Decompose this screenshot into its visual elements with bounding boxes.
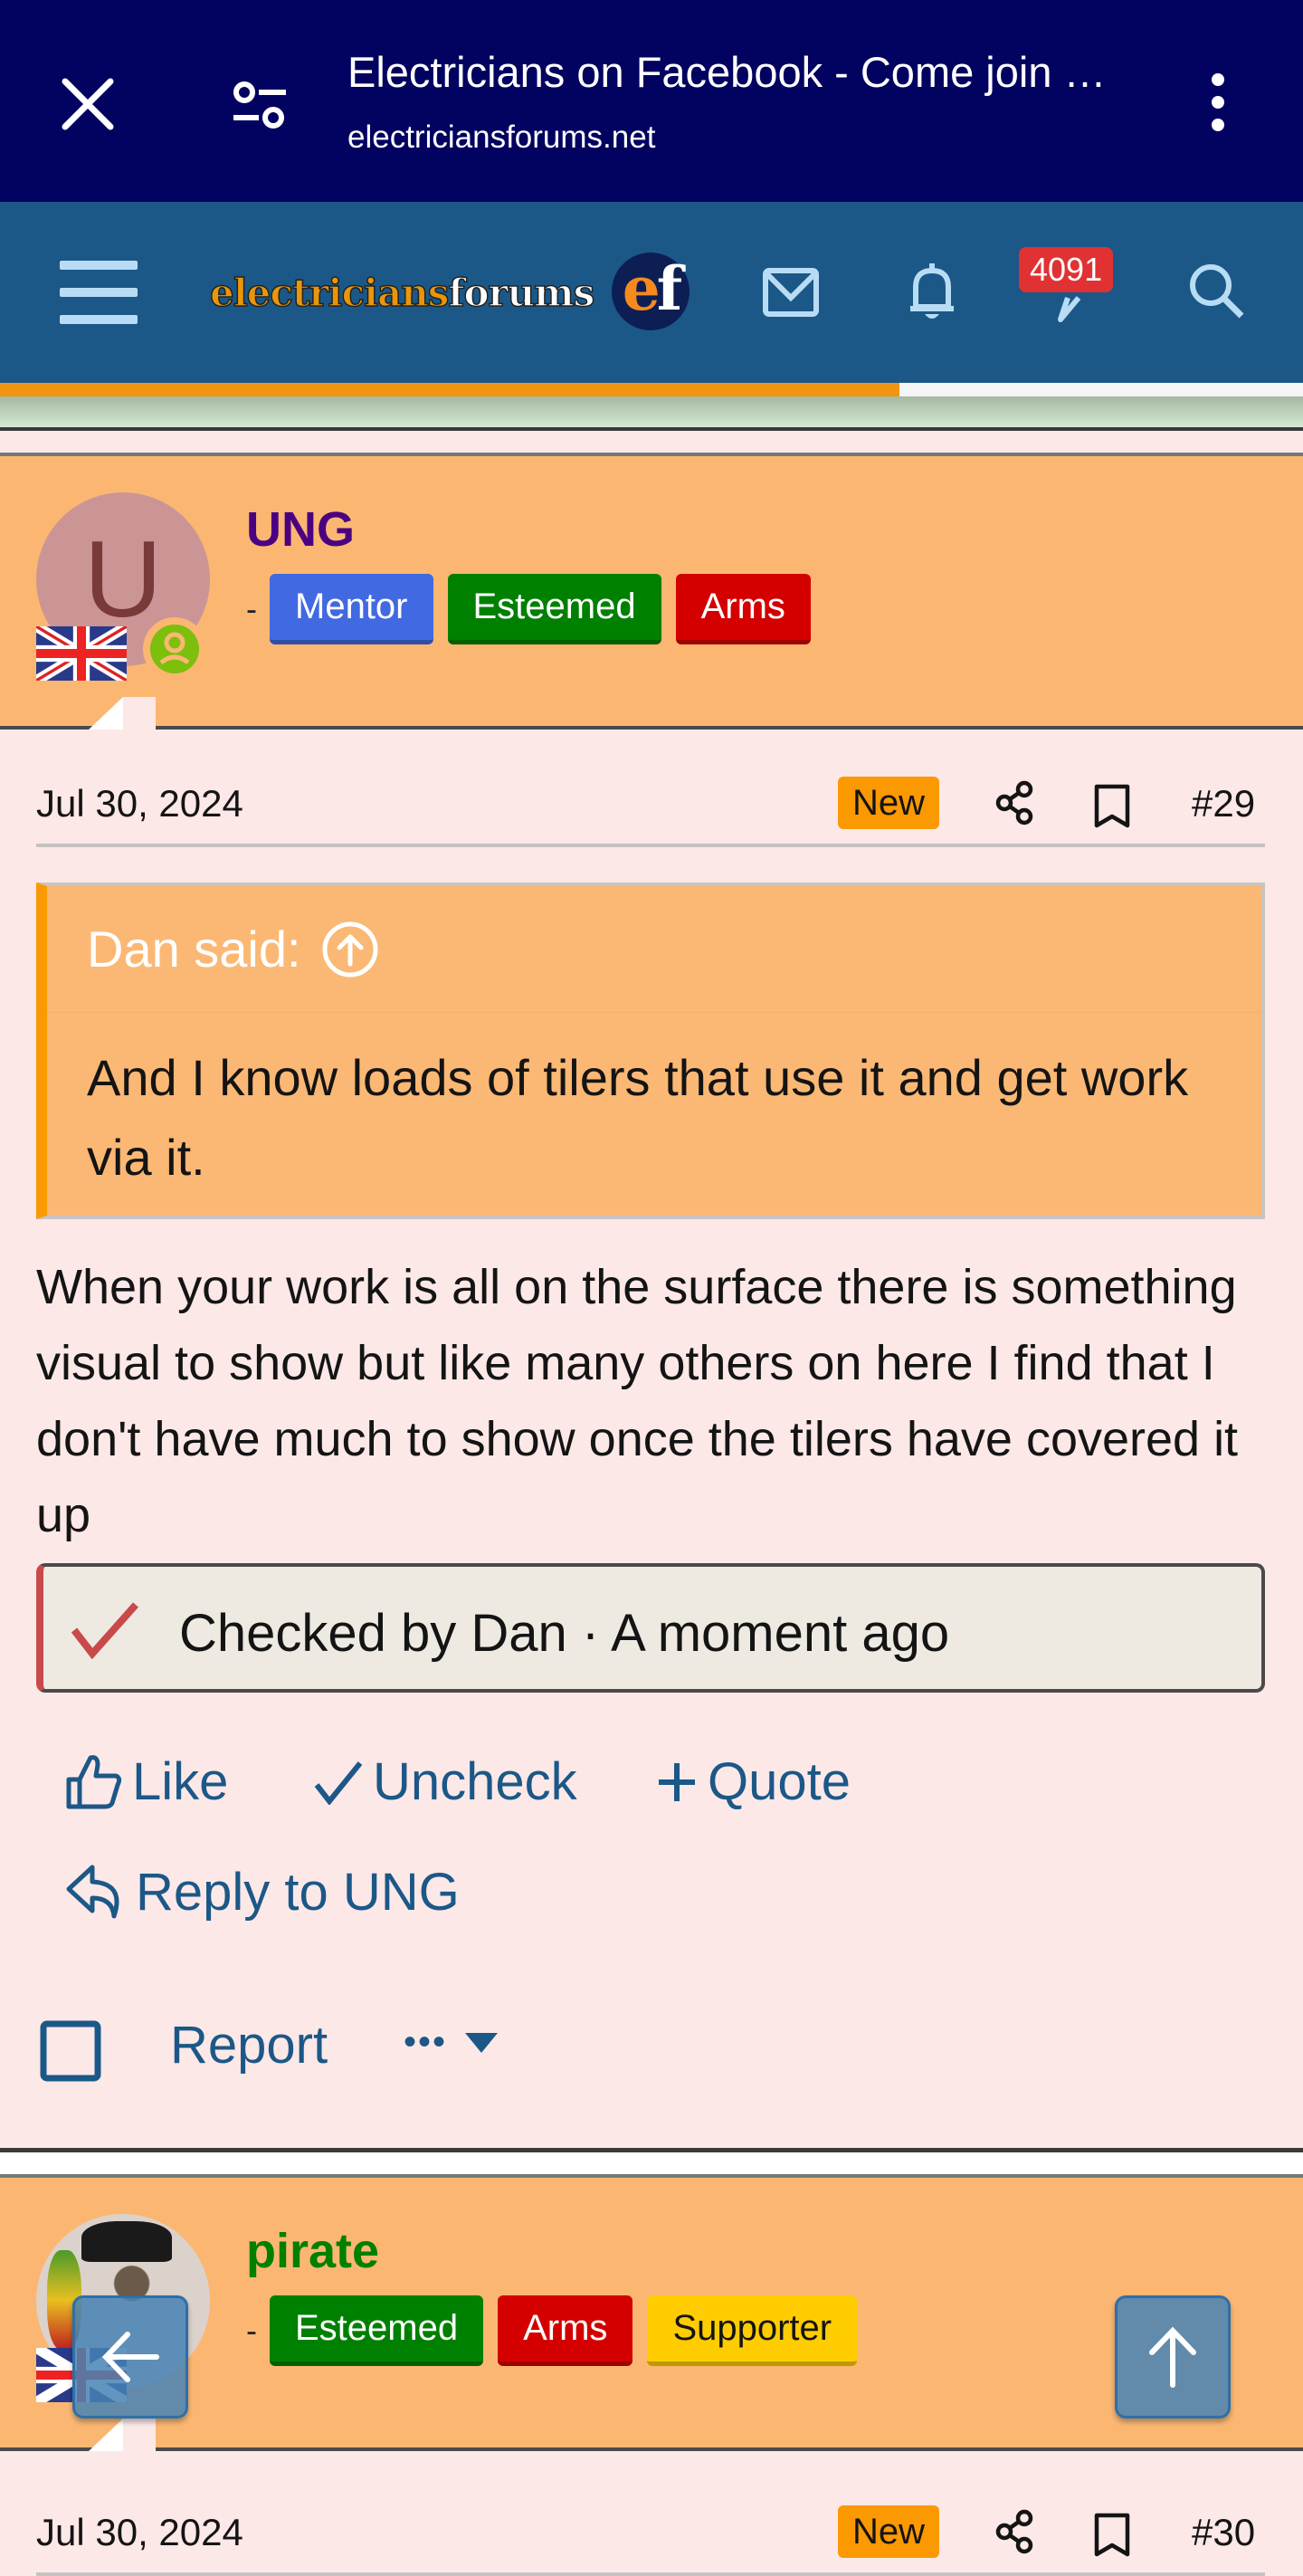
checked-by-text: Checked by Dan · A moment ago [179,1604,950,1663]
ellipsis-icon: ••• [404,2022,448,2062]
check-icon [314,1760,363,1805]
report-button[interactable]: Report [170,2015,328,2075]
like-label: Like [132,1752,229,1811]
back-button[interactable] [72,2295,188,2419]
banner-separator: - [246,2312,257,2349]
banner-separator: - [246,590,257,627]
report-label: Report [170,2016,328,2075]
user-banner: Arms [675,574,811,644]
share-icon[interactable] [994,780,1039,825]
checked-notice: Checked by Dan · A moment ago [36,1563,1265,1693]
checkmark-icon [71,1602,138,1659]
user-banner: Supporter [647,2295,858,2366]
close-icon[interactable] [56,72,119,136]
share-icon[interactable] [994,2509,1039,2554]
more-options-icon[interactable] [1200,71,1236,134]
progress-fill [0,383,899,396]
uncheck-button[interactable]: Uncheck [313,1751,577,1812]
header-shadow-band [0,396,1303,427]
plus-icon [659,1762,695,1801]
divider [0,427,1303,431]
arrow-left-icon [101,2332,159,2382]
post-date[interactable]: Jul 30, 2024 [36,782,243,825]
thumbs-up-icon [66,1754,122,1808]
reply-label: Reply to UNG [136,1863,460,1922]
bookmark-icon[interactable] [1093,784,1131,829]
quote-block: Dan said: And I know loads of tilers tha… [36,883,1265,1219]
logo-text-forums: forums [448,270,595,316]
page-url[interactable]: electriciansforums.net [347,119,655,156]
scroll-to-top-button[interactable] [1115,2295,1231,2419]
user-banner: Esteemed [270,2295,484,2366]
arrow-up-icon [1149,2326,1196,2388]
post-gap [0,2152,1303,2174]
post-author-header: U UNG - Mentor Esteemed Arms [0,453,1303,730]
ef-f: f [656,253,682,324]
user-banners: - Esteemed Arms Supporter [246,2295,858,2366]
reply-icon [66,1865,119,1918]
username-link[interactable]: UNG [246,501,355,558]
uncheck-label: Uncheck [373,1752,577,1811]
message-pointer-fill [123,697,156,730]
reply-button[interactable]: Reply to UNG [65,1862,460,1922]
message-pointer [89,2419,123,2451]
user-banner: Mentor [270,574,433,644]
conversations-count-badge[interactable]: 4091 [1019,247,1114,292]
logo-text-electricians: electricians [209,270,450,316]
user-banner: Esteemed [447,574,661,644]
user-online-icon [150,625,199,673]
post-number-link[interactable]: #29 [1192,782,1255,825]
like-button[interactable]: Like [65,1751,228,1812]
message-pointer-fill [123,2419,156,2451]
quote-button[interactable]: Quote [655,1751,851,1812]
quote-author: Dan said: [87,921,301,978]
post-meta-row: Jul 30, 2024 New #30 [36,2495,1265,2576]
new-badge: New [838,777,940,829]
page-progress-bar [0,383,1303,396]
user-banner: Arms [498,2295,633,2366]
select-post-checkbox[interactable] [40,2020,101,2082]
online-status-indicator [143,617,206,681]
ef-logo-badge[interactable]: ef [612,253,690,330]
browser-toolbar: Electricians on Facebook - Come join … e… [0,0,1303,202]
uk-flag-icon [36,626,127,681]
site-settings-icon[interactable] [228,76,291,136]
post-meta-row: Jul 30, 2024 New #29 [36,766,1265,847]
ef-e: e [622,253,661,324]
message-pointer [89,697,123,730]
menu-icon[interactable] [60,261,138,324]
inbox-icon[interactable] [762,267,820,318]
quote-header[interactable]: Dan said: [47,886,1261,1013]
quote-label: Quote [708,1752,851,1811]
bell-icon[interactable] [905,260,959,323]
more-actions-button[interactable]: ••• [404,2022,499,2063]
go-to-quoted-post-icon[interactable] [321,921,379,978]
bookmark-icon[interactable] [1093,2513,1131,2558]
site-header: electriciansforums ef 4091 [0,202,1303,383]
avatar-image-hat [81,2221,172,2262]
post-body-text: When your work is all on the surface the… [36,1260,1239,1542]
chevron-down-icon [465,2032,499,2053]
username-link[interactable]: pirate [246,2223,379,2279]
post-number-link[interactable]: #30 [1192,2511,1255,2554]
site-logo[interactable]: electriciansforums [209,270,595,316]
post-date[interactable]: Jul 30, 2024 [36,2511,243,2554]
page-title: Electricians on Facebook - Come join … [347,48,1107,96]
search-icon[interactable] [1187,262,1247,321]
new-badge: New [838,2505,940,2558]
post-author-header: pirate - Esteemed Arms Supporter [0,2174,1303,2451]
user-banners: - Mentor Esteemed Arms [246,574,811,644]
quote-text: And I know loads of tilers that use it a… [87,1049,1189,1186]
